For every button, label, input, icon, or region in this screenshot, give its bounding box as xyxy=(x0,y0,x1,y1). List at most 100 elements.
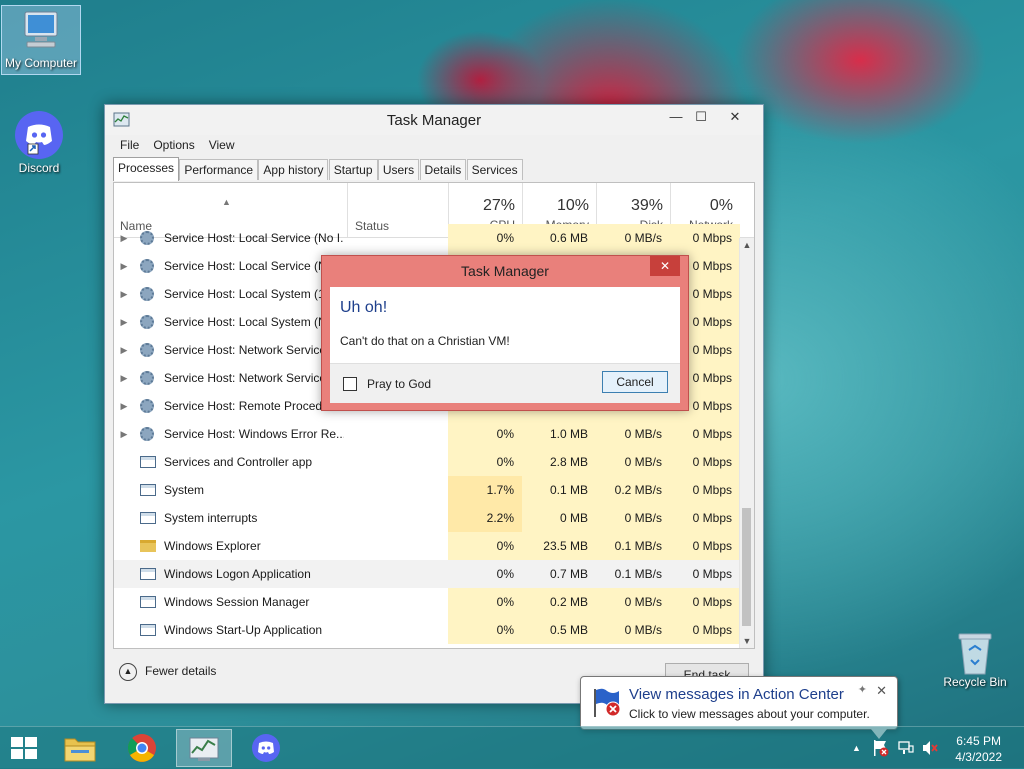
network-icon[interactable] xyxy=(898,740,914,756)
taskbar-chrome[interactable] xyxy=(114,729,170,767)
process-name: System xyxy=(164,483,205,497)
menu-file[interactable]: File xyxy=(105,135,146,155)
app-window-icon xyxy=(140,484,156,496)
process-name: Windows Explorer xyxy=(164,539,261,553)
system-clock[interactable]: 6:45 PM 4/3/2022 xyxy=(955,733,1002,765)
process-icon xyxy=(140,504,160,532)
memory-percent: 10% xyxy=(556,197,589,214)
expand-chevron-icon[interactable]: ▶ xyxy=(118,308,130,336)
expand-chevron-icon[interactable]: ▶ xyxy=(118,392,130,420)
process-row[interactable]: System interrupts 2.2% 0 MB 0 MB/s 0 Mbps xyxy=(114,504,740,532)
process-cpu: 1.7% xyxy=(448,476,522,504)
scrollbar-thumb[interactable] xyxy=(742,508,751,626)
process-icon xyxy=(140,280,160,308)
process-disk: 0.1 MB/s xyxy=(596,560,670,588)
chrome-icon xyxy=(128,734,156,762)
process-memory: 23.5 MB xyxy=(522,532,596,560)
start-button[interactable] xyxy=(11,737,38,759)
menu-view[interactable]: View xyxy=(202,135,242,155)
action-center-tray-icon[interactable] xyxy=(872,739,890,757)
menu-options[interactable]: Options xyxy=(146,135,201,155)
title-bar[interactable]: Task Manager — ☐ ✕ xyxy=(105,105,763,135)
process-name: Windows Session Manager xyxy=(164,595,310,609)
show-hidden-icons-button[interactable]: ▲ xyxy=(852,743,861,753)
scroll-down-icon[interactable]: ▼ xyxy=(740,636,754,646)
gear-icon xyxy=(140,287,154,301)
tab-performance[interactable]: Performance xyxy=(179,159,259,180)
gear-icon xyxy=(140,315,154,329)
taskbar-file-explorer[interactable] xyxy=(52,729,108,767)
desktop-icon-label: Discord xyxy=(18,161,60,175)
expand-chevron-icon[interactable]: ▶ xyxy=(118,336,130,364)
tab-users[interactable]: Users xyxy=(377,159,420,180)
dialog-footer: Pray to God Cancel xyxy=(330,363,680,403)
expand-chevron-icon[interactable]: ▶ xyxy=(118,224,130,252)
process-row[interactable]: Windows Start-Up Application 0% 0.5 MB 0 MB… xyxy=(114,616,740,644)
process-icon xyxy=(140,420,160,448)
process-row[interactable]: Windows Logon Application 0% 0.7 MB 0.1 MB/… xyxy=(114,560,740,588)
process-disk: 0.1 MB/s xyxy=(596,532,670,560)
process-memory: 2.8 MB xyxy=(522,448,596,476)
gear-icon xyxy=(140,399,154,413)
expand-chevron-icon[interactable]: ▶ xyxy=(118,420,130,448)
gear-icon xyxy=(140,427,154,441)
taskbar-task-manager[interactable] xyxy=(176,729,232,767)
close-button[interactable]: ✕ xyxy=(721,107,749,127)
taskbar: ▲ 6:45 PM 4/3/2022 xyxy=(0,726,1024,769)
process-row[interactable]: Windows Session Manager 0% 0.2 MB 0 MB/s 0 M… xyxy=(114,588,740,616)
error-dialog: Task Manager ✕ Uh oh! Can't do that on a… xyxy=(321,255,689,411)
clock-date: 4/3/2022 xyxy=(955,750,1002,764)
windows-logo-pane xyxy=(25,737,37,747)
process-cpu: 0% xyxy=(448,588,522,616)
tab-services[interactable]: Services xyxy=(466,159,523,180)
process-network: 0 Mbps xyxy=(670,616,740,644)
app-window-icon xyxy=(140,512,156,524)
fewer-details-button[interactable]: ▲ Fewer details xyxy=(119,663,216,681)
process-network: 0 Mbps xyxy=(670,560,740,588)
folder-icon xyxy=(140,540,156,552)
tab-strip: Processes Performance App history Startu… xyxy=(113,157,523,181)
process-cpu: 0% xyxy=(448,560,522,588)
maximize-button[interactable]: ☐ xyxy=(687,107,715,127)
tab-app-history[interactable]: App history xyxy=(258,159,329,180)
volume-muted-icon[interactable] xyxy=(921,740,939,756)
process-name: Service Host: Windows Error Re... xyxy=(164,427,344,441)
expand-chevron-icon[interactable]: ▶ xyxy=(118,280,130,308)
process-icon xyxy=(140,532,160,560)
desktop-icon-recycle-bin[interactable]: Recycle Bin xyxy=(936,630,1014,689)
process-row[interactable]: ▶ Service Host: Windows Error Re... 0% 1.0 … xyxy=(114,420,740,448)
taskbar-discord[interactable] xyxy=(238,729,294,767)
desktop-icon-my-computer[interactable]: My Computer xyxy=(1,5,81,75)
pray-checkbox[interactable] xyxy=(343,377,357,391)
process-disk: 0 MB/s xyxy=(596,448,670,476)
process-row[interactable]: Services and Controller app 0% 2.8 MB 0 MB/… xyxy=(114,448,740,476)
action-center-notification[interactable]: View messages in Action Center Click to … xyxy=(580,676,898,739)
tab-details[interactable]: Details xyxy=(419,159,467,180)
expand-chevron-icon[interactable]: ▶ xyxy=(118,252,130,280)
process-cpu: 2.2% xyxy=(448,504,522,532)
computer-icon xyxy=(24,11,58,48)
process-icon xyxy=(140,392,160,420)
dialog-title: Task Manager xyxy=(461,263,549,279)
pray-checkbox-label[interactable]: Pray to God xyxy=(367,377,431,391)
process-disk: 0 MB/s xyxy=(596,504,670,532)
minimize-button[interactable]: — xyxy=(662,107,690,127)
scroll-up-icon[interactable]: ▲ xyxy=(740,240,754,250)
process-row[interactable]: ▶ Service Host: Local Service (No I... 0% 0… xyxy=(114,224,740,252)
vertical-scrollbar[interactable]: ▲ ▼ xyxy=(739,238,754,648)
gear-icon xyxy=(140,231,154,245)
process-name: Windows Logon Application xyxy=(164,560,344,588)
expand-chevron-icon[interactable]: ▶ xyxy=(118,364,130,392)
tab-processes[interactable]: Processes xyxy=(113,157,180,181)
pin-icon[interactable]: ✦ xyxy=(858,683,867,696)
notification-close-button[interactable]: ✕ xyxy=(876,683,887,699)
process-row[interactable]: Windows Explorer 0% 23.5 MB 0.1 MB/s 0 Mbps xyxy=(114,532,740,560)
process-disk: 0.2 MB/s xyxy=(596,476,670,504)
dialog-close-button[interactable]: ✕ xyxy=(650,256,680,276)
tab-startup[interactable]: Startup xyxy=(328,159,378,180)
fewer-details-label: Fewer details xyxy=(145,664,217,679)
cancel-button[interactable]: Cancel xyxy=(602,371,668,393)
process-name: Service Host: Local System (Ne xyxy=(164,315,334,329)
process-row[interactable]: System 1.7% 0.1 MB 0.2 MB/s 0 Mbps xyxy=(114,476,740,504)
desktop-icon-discord[interactable]: Discord xyxy=(0,110,78,175)
